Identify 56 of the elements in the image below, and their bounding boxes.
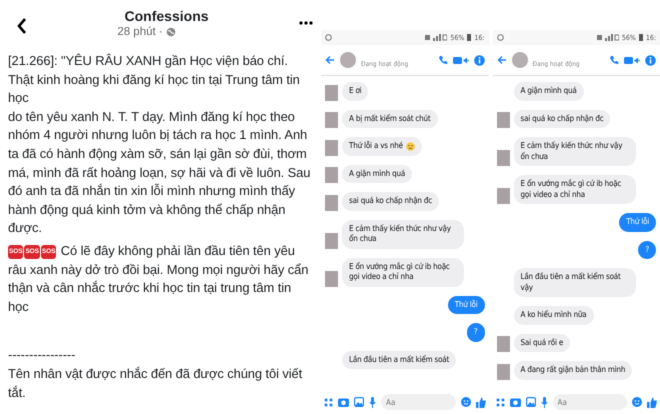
message-input[interactable]: Aa [381, 394, 456, 410]
message-bubble: A ko hiểu mình nữa [514, 306, 594, 324]
battery-icon [638, 34, 643, 41]
apps-icon[interactable] [324, 398, 334, 406]
microphone-icon[interactable] [540, 396, 548, 408]
message-bubble: Lần đầu tiên a mất kiểm soát [342, 350, 456, 369]
message-bubble: sai quá ko chấp nhận đc [514, 110, 610, 128]
post-text: do tên yêu xanh N. T. T dạy. Mình đăng kí học theo nhóm 4 người nhưng luôn bị tách ra học 1 mình. Anh ta đã có hành động xàm sỡ, sán lại gần sờ đùi, thơm má, mình đã rất hoảng loạn, sợ hãi và đi về luôn. Sau đó anh ta đã nhắn tin xin lỗi mình nhưng mình thấy hành động quá kinh tởm và không thể chấp nhận được. [8, 108, 312, 238]
message-bubble: ? [638, 240, 656, 259]
video-icon[interactable] [452, 56, 469, 64]
apps-icon[interactable] [496, 398, 505, 406]
image-icon[interactable] [526, 397, 536, 407]
alarm-icon [325, 34, 332, 41]
message-bubble: sai quá ko chấp nhận đc [342, 192, 439, 210]
video-icon[interactable] [624, 56, 640, 64]
battery-icon [467, 34, 472, 41]
message-bubble: E ổn vướng mắc gì cứ ib hoặc gọi video a chỉ nha [342, 258, 464, 286]
phone-icon[interactable] [609, 55, 620, 65]
info-icon[interactable] [645, 54, 656, 66]
back-icon[interactable] [16, 17, 28, 35]
signal-icon [425, 34, 448, 41]
thumbs-up-icon[interactable] [476, 396, 486, 408]
microphone-icon[interactable] [369, 396, 376, 408]
page-title: Confessions [124, 8, 209, 24]
message-bubble: E ơi [342, 82, 368, 100]
message-bubble: A bị mất kiểm soát chút [342, 110, 438, 128]
more-icon[interactable] [299, 21, 314, 25]
message-bubble: E cảm thấy kiến thức như vậy ổn chưa [514, 137, 636, 166]
emoji-icon[interactable] [632, 397, 642, 407]
info-icon[interactable] [474, 54, 485, 66]
image-icon[interactable] [354, 397, 364, 407]
avatar [512, 52, 528, 68]
message-bubble: Thứ lỗi [448, 296, 485, 314]
avatar [340, 52, 356, 68]
message-bubble: ? [466, 323, 485, 342]
signal-icon [596, 34, 619, 41]
post-text: ---------------- [8, 346, 76, 364]
message-bubble: A giận mình quá [514, 82, 584, 100]
message-bubble: Sai quá rồi e [514, 334, 570, 352]
camera-icon[interactable] [338, 397, 350, 407]
message-bubble: A giận mình quá [342, 164, 412, 183]
message-bubble: Thứ lỗi [619, 213, 656, 232]
post-text: Tên nhân vật được nhắc đến đã được chúng tôi viết tắt. [8, 364, 304, 402]
camera-icon[interactable] [510, 397, 521, 407]
message-bubble: Lần đầu tiên a mất kiểm soát vậy [514, 268, 636, 297]
phone-icon[interactable] [438, 55, 448, 65]
message-bubble: E cảm thấy kiến thức như vậy ổn chưa [342, 220, 464, 248]
thumbs-up-icon[interactable] [647, 396, 658, 408]
message-bubble: E ổn vướng mắc gì cứ ib hoặc gọi video a chỉ nha [514, 175, 636, 204]
message-bubble: A đang rất giận bản thân mình [514, 361, 632, 380]
emoji-icon[interactable] [460, 397, 471, 407]
globe-icon [166, 27, 176, 37]
alarm-icon [496, 34, 504, 41]
message-input[interactable]: Aa [552, 394, 628, 410]
post-time: 28 phút · [117, 26, 163, 38]
message-bubble: Thứ lỗi a vs nhé [342, 137, 422, 156]
